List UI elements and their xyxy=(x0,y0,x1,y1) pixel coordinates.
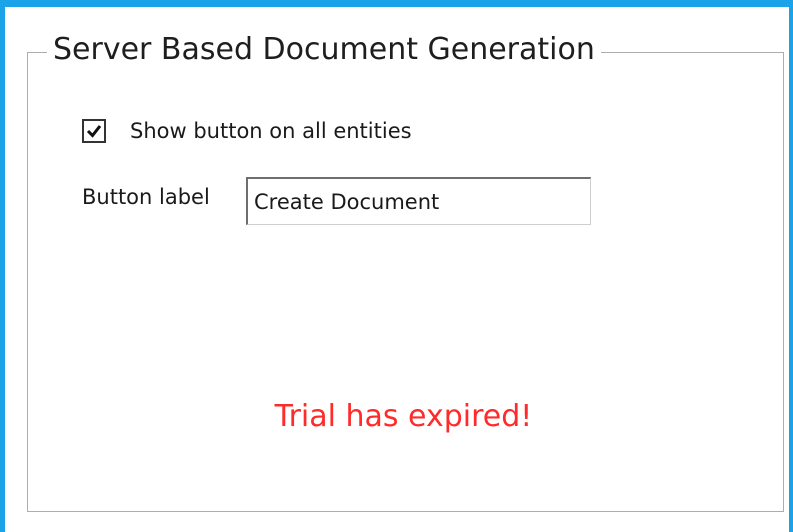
trial-expired-message: Trial has expired! xyxy=(274,399,533,434)
show-button-option[interactable]: Show button on all entities xyxy=(82,116,412,146)
button-label-input[interactable] xyxy=(246,177,591,225)
group-title: Server Based Document Generation xyxy=(47,30,601,70)
button-label-caption: Button label xyxy=(82,185,210,209)
checkmark-icon xyxy=(86,125,102,138)
show-button-checkbox[interactable] xyxy=(82,119,106,143)
show-button-label: Show button on all entities xyxy=(130,119,412,143)
